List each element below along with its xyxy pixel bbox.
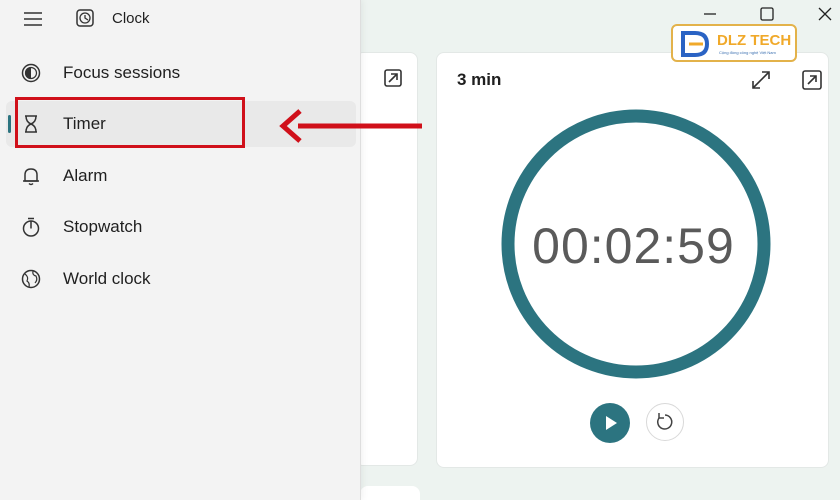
nav-item-stopwatch[interactable]: Stopwatch	[6, 204, 356, 250]
annotation-highlight-box	[15, 97, 245, 148]
clock-app-icon	[76, 9, 94, 27]
timer-card: 3 min 00:02:59	[436, 52, 829, 468]
timer-time-display: 00:02:59	[532, 218, 735, 274]
nav-item-label: Focus sessions	[63, 63, 181, 82]
focus-sessions-icon	[21, 63, 41, 83]
nav-item-label: Alarm	[63, 166, 108, 185]
annotation-arrow-icon	[279, 109, 422, 143]
nav-item-world-clock[interactable]: World clock	[6, 256, 356, 302]
logo-tagline: Cộng đồng công nghệ Việt Nam	[719, 50, 776, 55]
stopwatch-icon	[22, 217, 40, 237]
selection-indicator	[8, 115, 11, 133]
play-button[interactable]	[590, 403, 630, 443]
app-title: Clock	[112, 10, 150, 27]
maximize-icon[interactable]	[755, 4, 779, 24]
card-partial-bottom	[360, 486, 420, 500]
nav-item-focus-sessions[interactable]: Focus sessions	[6, 50, 356, 96]
minimize-icon[interactable]	[698, 4, 722, 24]
dlz-tech-logo: DLZ TECH Cộng đồng công nghệ Việt Nam	[671, 24, 797, 62]
reset-button[interactable]	[646, 403, 684, 441]
navigation-pane: Clock Focus sessions Timer Alarm Stopwat…	[0, 0, 361, 500]
hamburger-menu-icon[interactable]	[22, 10, 44, 28]
pin-icon[interactable]	[382, 67, 404, 89]
close-icon[interactable]	[813, 4, 837, 24]
globe-icon	[21, 269, 41, 289]
nav-item-label: Stopwatch	[63, 217, 143, 236]
logo-text: DLZ TECH	[717, 32, 792, 49]
reset-icon	[657, 413, 673, 430]
nav-item-alarm[interactable]: Alarm	[6, 153, 356, 199]
dlz-logo-mark-icon	[681, 31, 710, 57]
play-icon	[606, 416, 617, 430]
nav-item-label: World clock	[63, 269, 151, 288]
bell-icon	[23, 168, 39, 186]
